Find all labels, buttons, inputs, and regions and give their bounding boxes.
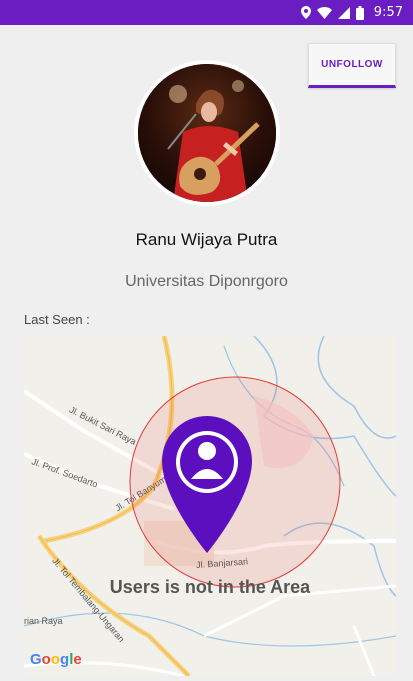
location-pin-icon (162, 416, 252, 553)
google-logo: Google (30, 651, 82, 668)
profile-university: Universitas Diponrgoro (125, 273, 288, 290)
status-bar: 9:57 (0, 0, 413, 25)
not-in-area-message: Users is not in the Area (109, 577, 311, 597)
profile-name: Ranu Wijaya Putra (135, 230, 278, 249)
status-icons: 9:57 (300, 0, 403, 25)
last-seen-label: Last Seen : (24, 312, 90, 327)
signal-icon (337, 6, 350, 19)
location-icon (300, 6, 311, 19)
unfollow-button[interactable]: UNFOLLOW (308, 43, 396, 88)
avatar-photo (138, 64, 276, 202)
avatar (134, 60, 280, 206)
wifi-icon (316, 6, 332, 19)
map-view[interactable]: Jl. Bukit Sari Raya Jl. Prof. Soedarto J… (24, 336, 396, 676)
status-time: 9:57 (373, 5, 403, 20)
battery-icon (355, 5, 364, 20)
